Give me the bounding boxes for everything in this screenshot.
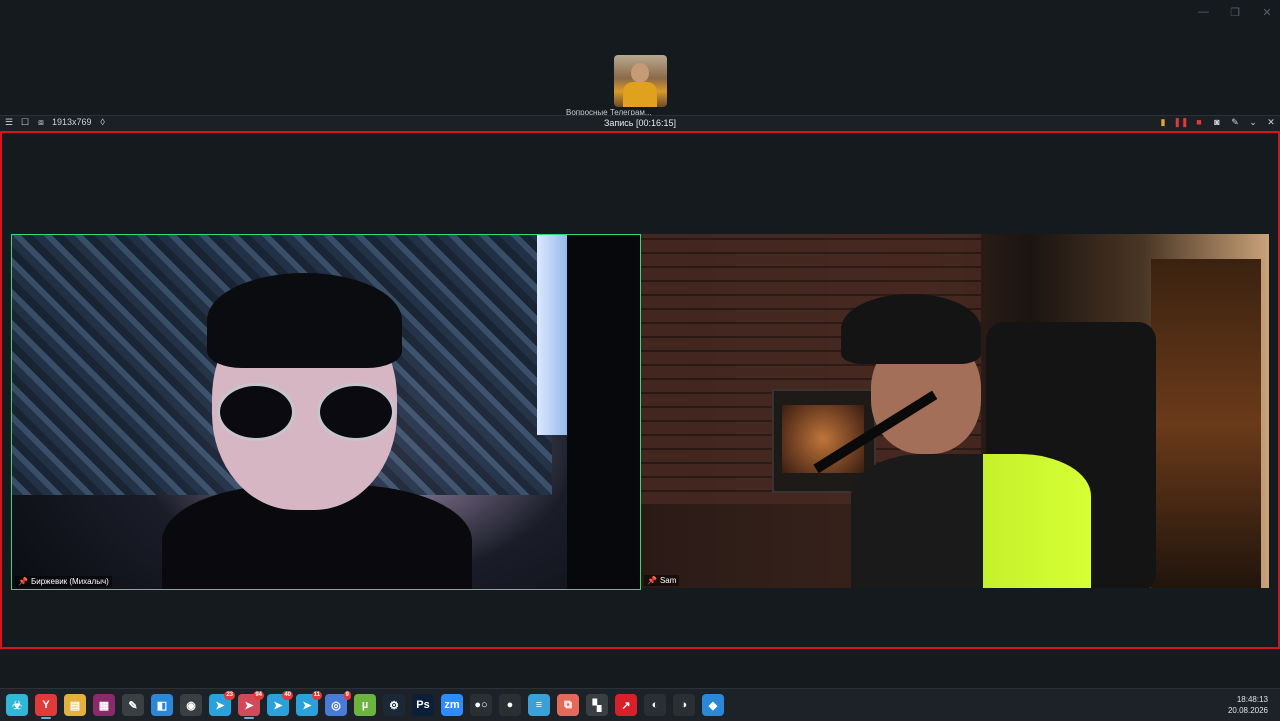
chrome-icon[interactable]: ◎ 9 xyxy=(325,691,351,716)
file-explorer-glyph: ▤ xyxy=(69,699,81,712)
yandex-browser-glyph: Y xyxy=(42,699,50,711)
screenshot-glyph: ⧉ xyxy=(564,698,572,711)
paint-icon[interactable]: ✎ xyxy=(122,694,144,716)
close-icon[interactable]: ✕ xyxy=(1266,117,1276,127)
photoshop-icon[interactable]: Ps xyxy=(412,694,434,716)
arrow-app-icon[interactable]: ↗ xyxy=(615,694,637,716)
winrar-icon[interactable]: ▦ xyxy=(93,694,115,716)
file-explorer-icon[interactable]: ▤ xyxy=(64,694,86,716)
obs-dots-glyph: ●○ xyxy=(474,699,488,711)
telegram-red-icon[interactable]: ➤ 94 xyxy=(238,691,264,719)
obs-icon[interactable]: ◐ xyxy=(644,694,666,716)
telegram-2-glyph: ➤ xyxy=(273,699,283,712)
taskbar-icons: ☣ Y ▤ ▦ ✎ ◧ ◉ ➤ 23 ➤ 94 ➤ 40 ➤ 11 ◎ 9 µ ⚙ Ps zm ●○ ● ≡ ⧉ ▚ ↗ ◐ ◑ ◆ xyxy=(6,691,724,719)
video-tile-right[interactable]: 📌 Sam xyxy=(641,234,1269,588)
obs-2-icon[interactable]: ◑ xyxy=(673,694,695,716)
pin-icon: 📌 xyxy=(18,577,28,586)
zoom-glyph: zm xyxy=(444,699,460,711)
grid-app-icon[interactable]: ▚ xyxy=(586,694,608,716)
obs-2-glyph: ◑ xyxy=(680,699,688,711)
participant-name: Биржевик (Михалыч) xyxy=(30,577,109,586)
recording-toolbar: ☰ ☐ ⧈ 1913x769 ◊ Запись [00:16:15] ▮ ❚❚ … xyxy=(0,115,1280,132)
utorrent-icon[interactable]: µ xyxy=(354,694,376,716)
restore-button[interactable]: ❐ xyxy=(1230,6,1240,19)
collapse-icon[interactable]: ⌄ xyxy=(1248,117,1258,127)
taskbar: ☣ Y ▤ ▦ ✎ ◧ ◉ ➤ 23 ➤ 94 ➤ 40 ➤ 11 ◎ 9 µ ⚙ Ps zm ●○ ● ≡ ⧉ ▚ ↗ ◐ ◑ ◆ 18… xyxy=(0,688,1280,721)
pin-icon: 📌 xyxy=(647,576,657,585)
notification-badge: 40 xyxy=(282,691,293,700)
tor-icon[interactable]: ◉ xyxy=(180,694,202,716)
camera-icon[interactable]: ◙ xyxy=(1212,117,1222,127)
paint-3d-glyph: ◆ xyxy=(708,699,718,712)
tor-glyph: ◉ xyxy=(186,699,196,712)
clock-time: 18:48:13 xyxy=(1236,695,1268,704)
participant-name: Sam xyxy=(659,576,677,585)
recording-title: Запись [00:16:15] xyxy=(603,118,677,128)
system-clock[interactable]: 18:48:13 20.08.2026 xyxy=(1228,694,1268,716)
winrar-glyph: ▦ xyxy=(98,699,110,712)
steam-icon[interactable]: ⚙ xyxy=(383,694,405,716)
utorrent-glyph: µ xyxy=(361,699,369,711)
telegram-red-glyph: ➤ xyxy=(244,699,254,712)
clock-date: 20.08.2026 xyxy=(1227,706,1268,715)
close-button[interactable]: ✕ xyxy=(1262,6,1272,19)
participant-thumbnail[interactable] xyxy=(614,55,667,107)
chrome-glyph: ◎ xyxy=(331,699,341,712)
zoom-icon[interactable]: zm xyxy=(441,694,463,716)
telegram-2-icon[interactable]: ➤ 40 xyxy=(267,691,293,716)
minimize-button[interactable]: — xyxy=(1198,6,1209,19)
arrow-app-glyph: ↗ xyxy=(621,699,631,712)
store-icon[interactable]: ◧ xyxy=(151,694,173,716)
steam-glyph: ⚙ xyxy=(389,699,399,712)
stop-icon[interactable]: ■ xyxy=(1194,117,1204,127)
notes-icon[interactable]: ≡ xyxy=(528,694,550,716)
notification-badge: 23 xyxy=(224,691,235,700)
notification-badge: 11 xyxy=(311,691,322,700)
store-glyph: ◧ xyxy=(156,699,168,712)
notification-badge: 9 xyxy=(343,691,351,700)
grid-app-glyph: ▚ xyxy=(592,699,602,712)
paint-glyph: ✎ xyxy=(128,699,138,712)
telegram-icon[interactable]: ➤ 23 xyxy=(209,691,235,716)
obs-glyph: ◐ xyxy=(651,699,659,711)
biohazard-icon[interactable]: ☣ xyxy=(6,694,28,716)
screenshot-icon[interactable]: ⧉ xyxy=(557,694,579,716)
pen-icon[interactable]: ✎ xyxy=(1230,117,1240,127)
telegram-3-glyph: ➤ xyxy=(302,699,312,712)
record-glyph: ● xyxy=(506,699,514,711)
pause-icon[interactable]: ❚❚ xyxy=(1173,117,1188,127)
video-tile-left[interactable]: 📌 Биржевик (Михалыч) xyxy=(11,234,641,590)
yandex-browser-icon[interactable]: Y xyxy=(35,694,57,719)
record-icon[interactable]: ● xyxy=(499,694,521,716)
obs-dots-icon[interactable]: ●○ xyxy=(470,694,492,716)
notification-badge: 94 xyxy=(253,691,264,700)
participant-name-label: 📌 Биржевик (Михалыч) xyxy=(15,576,112,587)
notes-glyph: ≡ xyxy=(535,699,543,711)
audio-level-icon: ▮ xyxy=(1160,116,1166,127)
telegram-3-icon[interactable]: ➤ 11 xyxy=(296,691,322,716)
window-controls: — ❐ ✕ xyxy=(1198,6,1272,19)
biohazard-glyph: ☣ xyxy=(12,699,22,712)
paint-3d-icon[interactable]: ◆ xyxy=(702,694,724,716)
photoshop-glyph: Ps xyxy=(416,699,430,711)
telegram-glyph: ➤ xyxy=(215,699,225,712)
participant-name-label: 📌 Sam xyxy=(644,575,680,586)
